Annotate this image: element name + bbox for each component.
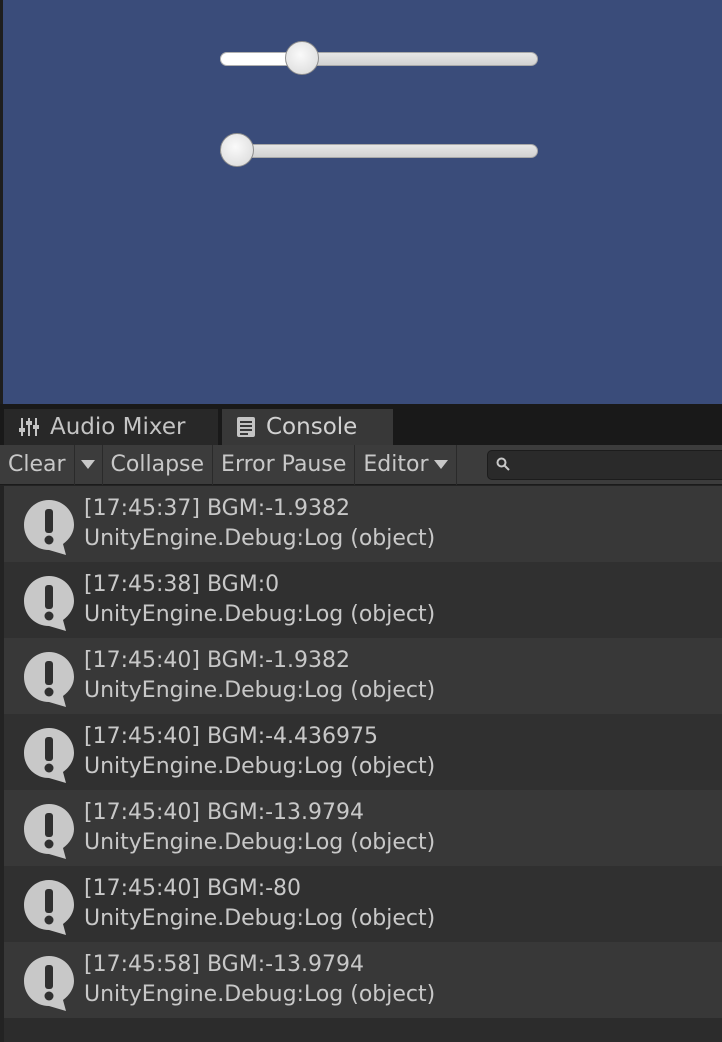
chevron-down-icon xyxy=(434,460,449,469)
clear-options-dropdown[interactable] xyxy=(75,444,103,485)
tab-bar: Audio Mixer Console xyxy=(0,407,722,445)
info-message-icon xyxy=(24,500,74,555)
error-pause-button[interactable]: Error Pause xyxy=(213,444,356,485)
slider-two[interactable] xyxy=(220,133,538,167)
audio-mixer-icon xyxy=(18,416,40,438)
collapse-button[interactable]: Collapse xyxy=(103,444,214,485)
log-stack-trace: UnityEngine.Debug:Log (object) xyxy=(84,754,436,779)
search-field[interactable] xyxy=(487,450,722,480)
log-entry[interactable]: [17:45:37] BGM:-1.9382 UnityEngine.Debug… xyxy=(4,486,722,562)
log-text: [17:45:58] BGM:-13.9794 UnityEngine.Debu… xyxy=(84,950,435,1010)
chevron-down-icon xyxy=(81,460,96,469)
log-stack-trace: UnityEngine.Debug:Log (object) xyxy=(84,678,436,703)
log-message: [17:45:37] BGM:-1.9382 xyxy=(84,496,351,521)
info-message-icon xyxy=(24,576,74,631)
info-message-icon xyxy=(24,652,74,707)
log-stack-trace: UnityEngine.Debug:Log (object) xyxy=(84,982,436,1007)
log-text: [17:45:37] BGM:-1.9382 UnityEngine.Debug… xyxy=(84,494,435,554)
log-message: [17:45:40] BGM:-80 xyxy=(84,876,302,901)
info-message-icon xyxy=(24,956,74,1011)
log-text: [17:45:40] BGM:-80 UnityEngine.Debug:Log… xyxy=(84,874,435,934)
search-input[interactable] xyxy=(516,453,710,477)
info-message-icon xyxy=(24,728,74,783)
log-entry[interactable]: [17:45:58] BGM:-13.9794 UnityEngine.Debu… xyxy=(4,942,722,1018)
clear-button[interactable]: Clear xyxy=(0,444,75,485)
tab-label: Audio Mixer xyxy=(50,414,186,440)
console-toolbar: Clear Collapse Error Pause Editor xyxy=(0,444,722,485)
slider-handle[interactable] xyxy=(220,133,254,167)
log-stack-trace: UnityEngine.Debug:Log (object) xyxy=(84,906,436,931)
log-text: [17:45:40] BGM:-1.9382 UnityEngine.Debug… xyxy=(84,646,435,706)
log-stack-trace: UnityEngine.Debug:Log (object) xyxy=(84,526,436,551)
console-icon xyxy=(236,416,256,438)
info-message-icon xyxy=(24,804,74,859)
editor-dropdown[interactable]: Editor xyxy=(355,444,458,485)
log-entry[interactable]: [17:45:38] BGM:0 UnityEngine.Debug:Log (… xyxy=(4,562,722,638)
log-message: [17:45:40] BGM:-4.436975 xyxy=(84,724,379,749)
log-message: [17:45:38] BGM:0 xyxy=(84,572,280,597)
log-message: [17:45:58] BGM:-13.9794 xyxy=(84,952,365,977)
slider-handle[interactable] xyxy=(285,41,320,75)
log-text: [17:45:40] BGM:-13.9794 UnityEngine.Debu… xyxy=(84,798,435,858)
search-icon xyxy=(496,456,510,475)
log-stack-trace: UnityEngine.Debug:Log (object) xyxy=(84,830,436,855)
log-message: [17:45:40] BGM:-1.9382 xyxy=(84,648,351,673)
log-text: [17:45:40] BGM:-4.436975 UnityEngine.Deb… xyxy=(84,722,435,782)
log-entry[interactable]: [17:45:40] BGM:-4.436975 UnityEngine.Deb… xyxy=(4,714,722,790)
info-message-icon xyxy=(24,880,74,935)
console-log-list[interactable]: [17:45:37] BGM:-1.9382 UnityEngine.Debug… xyxy=(4,486,722,1042)
log-entry[interactable]: [17:45:40] BGM:-1.9382 UnityEngine.Debug… xyxy=(4,638,722,714)
log-entry[interactable]: [17:45:40] BGM:-13.9794 UnityEngine.Debu… xyxy=(4,790,722,866)
log-entry[interactable]: [17:45:40] BGM:-80 UnityEngine.Debug:Log… xyxy=(4,866,722,942)
tab-label: Console xyxy=(266,414,358,440)
tab-audio-mixer[interactable]: Audio Mixer xyxy=(4,409,218,445)
slider-track[interactable] xyxy=(220,144,538,158)
log-message: [17:45:40] BGM:-13.9794 xyxy=(84,800,365,825)
log-stack-trace: UnityEngine.Debug:Log (object) xyxy=(84,602,436,627)
tab-console[interactable]: Console xyxy=(222,409,393,445)
log-text: [17:45:38] BGM:0 UnityEngine.Debug:Log (… xyxy=(84,570,435,630)
editor-dropdown-label: Editor xyxy=(363,452,429,477)
game-view xyxy=(0,0,722,404)
slider-one[interactable] xyxy=(220,41,538,75)
